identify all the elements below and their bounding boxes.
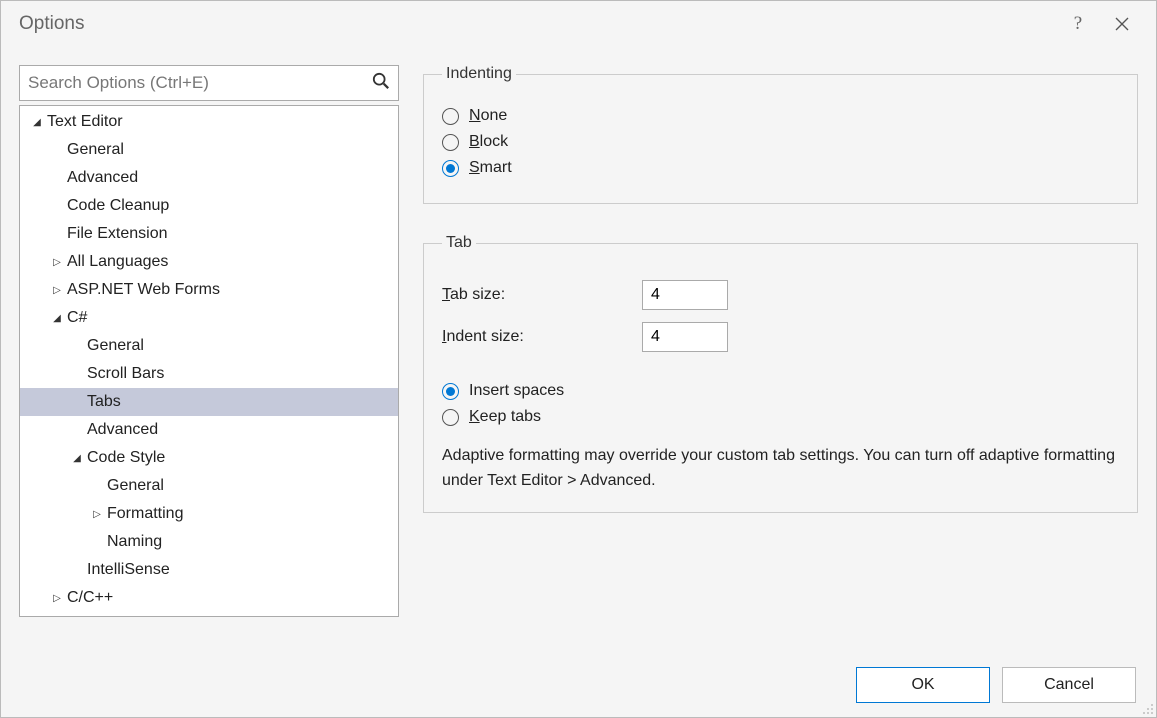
indenting-group: Indenting None Block Smart xyxy=(423,65,1138,204)
tree-toggle-spacer xyxy=(50,229,64,240)
radio-keep-tabs[interactable]: Keep tabs xyxy=(442,408,1119,426)
tree-item-label: Code Cleanup xyxy=(67,197,169,215)
tree-item-label: Naming xyxy=(107,533,162,551)
tree-toggle-spacer xyxy=(90,537,104,548)
chevron-right-icon[interactable]: ▷ xyxy=(50,257,64,268)
tree-toggle-spacer xyxy=(70,341,84,352)
tree-item[interactable]: ▷Formatting xyxy=(20,500,398,528)
tree-item-label: IntelliSense xyxy=(87,561,170,579)
help-button[interactable]: ? xyxy=(1056,9,1100,39)
radio-indent-smart[interactable]: Smart xyxy=(442,159,1119,177)
indent-size-label: Indent size: xyxy=(442,328,642,346)
radio-label: Block xyxy=(469,133,508,151)
right-panel: Indenting None Block Smart Tab Tab size: xyxy=(423,65,1138,645)
dialog-body: ◢Text Editor General Advanced Code Clean… xyxy=(1,47,1156,653)
tree-item-label: Formatting xyxy=(107,505,183,523)
search-wrap xyxy=(19,65,399,101)
tree-item[interactable]: Advanced xyxy=(20,164,398,192)
tree-toggle-spacer xyxy=(70,565,84,576)
tab-size-label: Tab size: xyxy=(442,286,642,304)
tree-item[interactable]: Advanced xyxy=(20,416,398,444)
tab-legend: Tab xyxy=(442,234,476,252)
radio-icon xyxy=(442,160,459,177)
tree-item-label: General xyxy=(107,477,164,495)
tab-size-row: Tab size: xyxy=(442,280,1119,310)
tree-toggle-spacer xyxy=(50,145,64,156)
ok-button[interactable]: OK xyxy=(856,667,990,703)
search-input[interactable] xyxy=(28,73,372,93)
tree-toggle-spacer xyxy=(70,397,84,408)
radio-label: Smart xyxy=(469,159,512,177)
tree-item-label: General xyxy=(67,141,124,159)
tree-item[interactable]: General xyxy=(20,136,398,164)
tree-toggle-spacer xyxy=(70,425,84,436)
chevron-right-icon[interactable]: ▷ xyxy=(90,509,104,520)
tree-item-label: File Extension xyxy=(67,225,168,243)
tree-item-label: Advanced xyxy=(87,421,158,439)
indent-size-input[interactable] xyxy=(642,322,728,352)
tree-item[interactable]: ◢Code Style xyxy=(20,444,398,472)
close-icon xyxy=(1115,17,1129,31)
tree-item-label: General xyxy=(87,337,144,355)
tree-item[interactable]: Naming xyxy=(20,528,398,556)
window-title: Options xyxy=(19,13,1056,35)
tree-item[interactable]: ▷ASP.NET Web Forms xyxy=(20,276,398,304)
tree-item-label: All Languages xyxy=(67,253,168,271)
search-icon xyxy=(372,72,390,94)
tree-item[interactable]: IntelliSense xyxy=(20,556,398,584)
dialog-footer: OK Cancel xyxy=(1,653,1156,717)
tree-item-label: C# xyxy=(67,309,87,327)
radio-label: Insert spaces xyxy=(469,382,564,400)
chevron-down-icon[interactable]: ◢ xyxy=(30,117,44,128)
tree-item-label: Scroll Bars xyxy=(87,365,164,383)
chevron-right-icon[interactable]: ▷ xyxy=(50,593,64,604)
tree-item[interactable]: Tabs xyxy=(20,388,398,416)
tree-item-label: Advanced xyxy=(67,169,138,187)
radio-insert-spaces[interactable]: Insert spaces xyxy=(442,382,1119,400)
cancel-button[interactable]: Cancel xyxy=(1002,667,1136,703)
chevron-down-icon[interactable]: ◢ xyxy=(50,313,64,324)
radio-icon xyxy=(442,383,459,400)
tree-item[interactable]: General xyxy=(20,472,398,500)
radio-icon xyxy=(442,409,459,426)
radio-icon xyxy=(442,108,459,125)
tree-item[interactable]: ◢C# xyxy=(20,304,398,332)
chevron-right-icon[interactable]: ▷ xyxy=(50,285,64,296)
tree-item-label: Tabs xyxy=(87,393,121,411)
tree-toggle-spacer xyxy=(90,481,104,492)
options-dialog: Options ? ◢Text Editor General Advanced … xyxy=(0,0,1157,718)
tab-size-input[interactable] xyxy=(642,280,728,310)
tree-item[interactable]: Scroll Bars xyxy=(20,360,398,388)
tree-toggle-spacer xyxy=(50,201,64,212)
tree-toggle-spacer xyxy=(50,173,64,184)
titlebar: Options ? xyxy=(1,1,1156,47)
radio-icon xyxy=(442,134,459,151)
tree-item[interactable]: ▷All Languages xyxy=(20,248,398,276)
radio-indent-block[interactable]: Block xyxy=(442,133,1119,151)
tree-item-label: Code Style xyxy=(87,449,165,467)
tree-container[interactable]: ◢Text Editor General Advanced Code Clean… xyxy=(19,105,399,617)
tab-group: Tab Tab size: Indent size: Insert spaces… xyxy=(423,234,1138,513)
tree-item-label: C/C++ xyxy=(67,589,113,607)
radio-label: Keep tabs xyxy=(469,408,541,426)
tree-item[interactable]: Code Cleanup xyxy=(20,192,398,220)
tree-item[interactable]: ◢Text Editor xyxy=(20,108,398,136)
resize-grip-icon[interactable] xyxy=(1140,701,1154,715)
tree-item[interactable]: ▷C/C++ xyxy=(20,584,398,612)
tree-item-label: ASP.NET Web Forms xyxy=(67,281,220,299)
radio-label: None xyxy=(469,107,507,125)
indent-size-row: Indent size: xyxy=(442,322,1119,352)
chevron-down-icon[interactable]: ◢ xyxy=(70,453,84,464)
tree-item[interactable]: General xyxy=(20,332,398,360)
tree-toggle-spacer xyxy=(70,369,84,380)
tree-item-label: Text Editor xyxy=(47,113,123,131)
close-button[interactable] xyxy=(1100,9,1144,39)
tree-item[interactable]: File Extension xyxy=(20,220,398,248)
adaptive-formatting-info: Adaptive formatting may override your cu… xyxy=(442,444,1119,494)
tree: ◢Text Editor General Advanced Code Clean… xyxy=(20,106,398,614)
radio-indent-none[interactable]: None xyxy=(442,107,1119,125)
indenting-legend: Indenting xyxy=(442,65,516,83)
left-panel: ◢Text Editor General Advanced Code Clean… xyxy=(19,65,399,645)
